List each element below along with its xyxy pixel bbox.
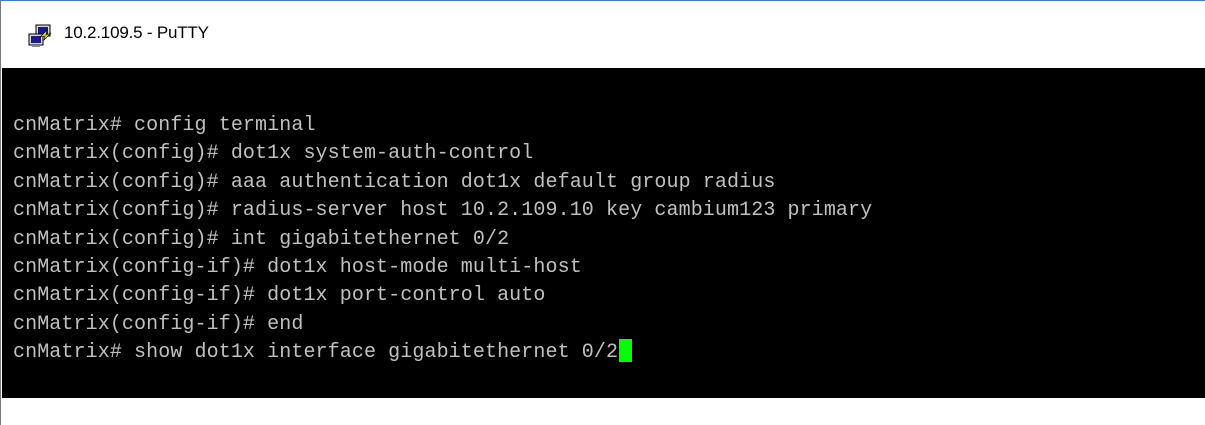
terminal-line: cnMatrix(config)# aaa authentication dot… <box>13 170 776 194</box>
terminal-line: cnMatrix(config)# int gigabitethernet 0/… <box>13 227 510 251</box>
terminal-cursor <box>619 339 633 363</box>
terminal-line: cnMatrix(config)# radius-server host 10.… <box>13 199 873 223</box>
window-title: 10.2.109.5 - PuTTY <box>64 23 209 42</box>
putty-window: 10.2.109.5 - PuTTY cnMatrix# config term… <box>0 0 1205 425</box>
window-bottom-border <box>2 398 1205 425</box>
terminal-line: cnMatrix(config-if)# dot1x port-control … <box>13 284 546 308</box>
terminal-line: cnMatrix(config-if)# dot1x host-mode mul… <box>13 255 582 279</box>
terminal-line: cnMatrix(config)# dot1x system-auth-cont… <box>13 142 534 166</box>
terminal-prompt-line: cnMatrix# show dot1x interface gigabitet… <box>13 339 1205 367</box>
title-bar[interactable]: 10.2.109.5 - PuTTY <box>1 1 1205 68</box>
putty-app-icon[interactable] <box>27 24 53 48</box>
terminal-current-input: cnMatrix# show dot1x interface gigabitet… <box>13 341 619 365</box>
terminal-line: cnMatrix(config-if)# end <box>13 312 304 336</box>
terminal-line: cnMatrix# config terminal <box>13 114 316 137</box>
terminal-screen[interactable]: cnMatrix# config terminal cnMatrix(confi… <box>2 68 1205 398</box>
